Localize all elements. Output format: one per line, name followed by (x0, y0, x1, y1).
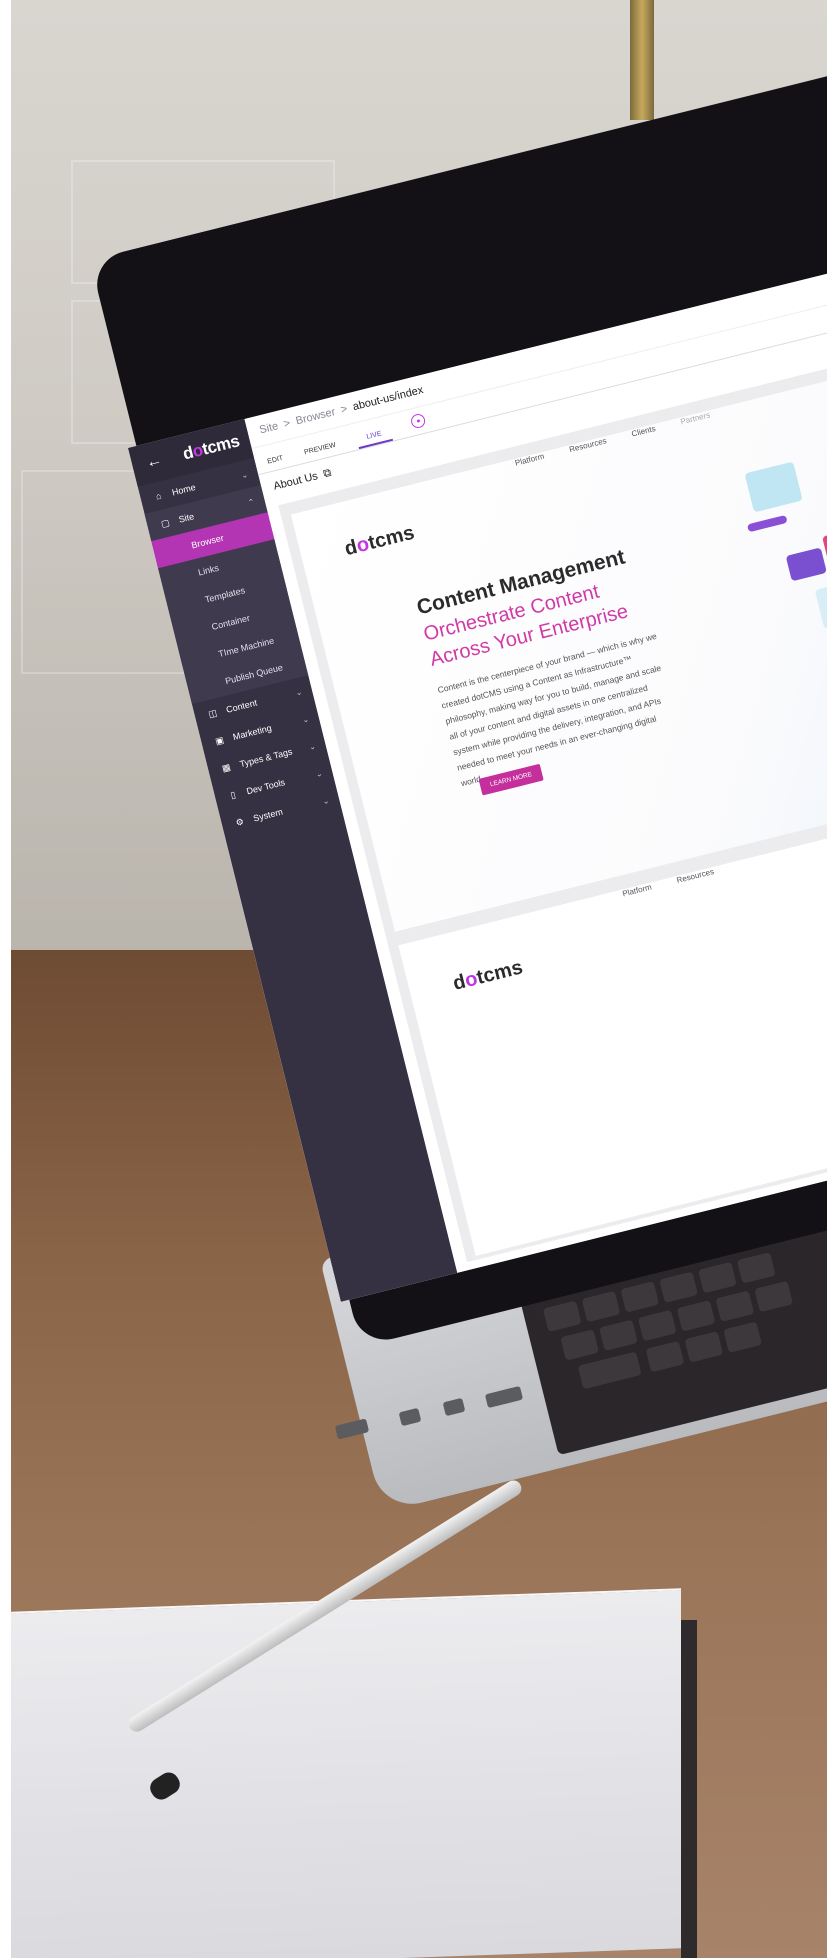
sidebar-item-label: Types & Tags (238, 746, 294, 770)
lock-icon[interactable]: ● (410, 412, 427, 430)
chevron-down-icon: ⌄ (307, 741, 317, 752)
preview-nav-partners[interactable]: Partners (680, 410, 712, 426)
preview-nav-clients[interactable]: Clients (631, 424, 657, 439)
chevron-down-icon: ⌄ (294, 686, 304, 698)
notebook (11, 1588, 681, 1958)
preview2-nav-platform[interactable]: Platform (622, 883, 653, 899)
preview-nav-resources[interactable]: Resources (568, 436, 607, 454)
laptop-icon: ▢ (159, 516, 171, 529)
sidebar-item-label: Content (225, 697, 259, 715)
back-arrow-icon[interactable]: ← (144, 451, 164, 472)
preview-nav-platform[interactable]: Platform (514, 452, 545, 468)
notebook-edge (681, 1620, 697, 1958)
chevron-up-icon: ⌃ (246, 496, 256, 507)
page-title: About Us (272, 470, 320, 493)
home-icon: ⌂ (154, 490, 163, 502)
preview-logo[interactable]: dotcms (342, 522, 417, 562)
sidebar-item-label: Marketing (231, 722, 273, 743)
chevron-down-icon: ⌄ (301, 713, 310, 725)
chevron-down-icon: ⌄ (321, 795, 331, 806)
sidebar-item-label: Site (177, 511, 196, 525)
gear-icon: ⚙ (234, 815, 245, 828)
breadcrumb-browser[interactable]: Browser (295, 406, 337, 427)
image-margin (0, 0, 11, 1958)
hero-illustration (713, 437, 827, 694)
chevron-down-icon: ⌄ (240, 469, 249, 480)
photo-scene: ← dotcms ⌂ Home ⌄ ▢ Site ⌃ Browser Links… (0, 0, 827, 1958)
content-icon: ◫ (207, 707, 218, 719)
preview2-nav-resources[interactable]: Resources (676, 867, 715, 885)
brass-fixture (630, 0, 654, 120)
chevron-down-icon: ⌄ (314, 768, 324, 779)
copy-icon[interactable]: ⧉ (322, 466, 333, 481)
breadcrumb-site[interactable]: Site (258, 420, 279, 436)
breadcrumb-separator: > (339, 402, 349, 417)
briefcase-icon: ▣ (214, 734, 225, 746)
types-icon: ▦ (220, 761, 232, 774)
sidebar-item-label: System (252, 806, 284, 824)
preview2-logo[interactable]: dotcms (451, 956, 526, 996)
dotcms-logo[interactable]: dotcms (181, 431, 242, 464)
device-icon: ▯ (229, 788, 237, 800)
breadcrumb-separator: > (282, 417, 292, 431)
sidebar-item-label: Dev Tools (245, 777, 287, 797)
sidebar-item-label: Home (170, 481, 197, 498)
